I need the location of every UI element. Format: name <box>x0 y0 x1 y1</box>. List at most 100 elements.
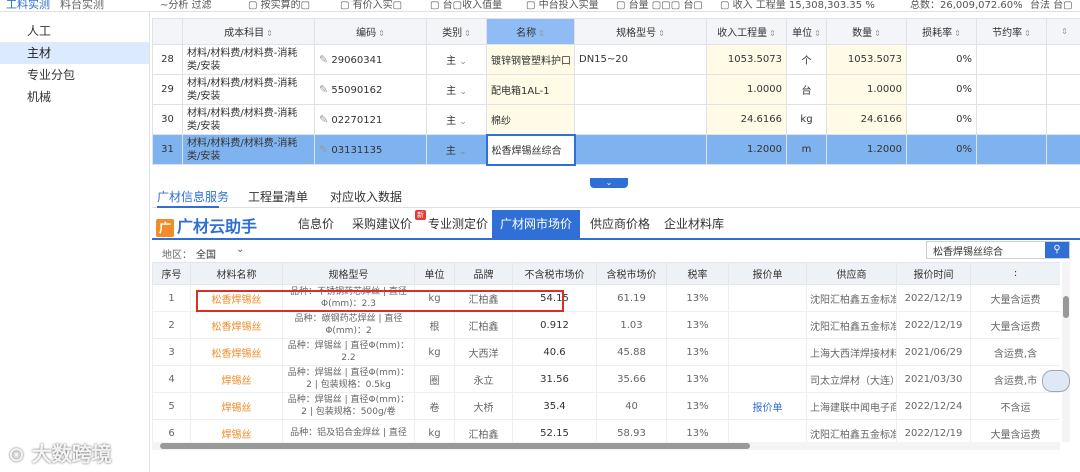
price-row[interactable]: 2 松香焊锡丝 品种：碳钢药芯焊丝 | 直径Φ(mm)：2 根汇柏鑫 0.912 1.03… <box>152 311 1060 339</box>
col-header-more[interactable]: ⇕ <box>1046 18 1080 45</box>
row-quantity[interactable]: 24.6166 <box>826 104 907 135</box>
pencil-icon[interactable]: ✎ <box>319 83 328 96</box>
row-quote-link[interactable] <box>728 338 807 366</box>
row-quote-link[interactable] <box>728 311 807 339</box>
sort-icon[interactable]: ⇕ <box>769 29 776 38</box>
row-category[interactable]: 主 ⌄ <box>426 134 487 165</box>
pencil-icon[interactable]: ✎ <box>319 53 328 66</box>
toolbar-item[interactable]: ▢ 台▢收入值量 <box>430 0 502 11</box>
sort-icon[interactable]: ⇕ <box>658 29 665 38</box>
row-subject[interactable]: 材料/材料费/材料费-消耗类/安装 <box>182 134 315 165</box>
row-material-name[interactable]: 松香焊锡丝 <box>190 338 283 366</box>
toolbar-item[interactable]: ▢ 有价入实▢ <box>340 0 402 11</box>
sort-icon[interactable]: ⇕ <box>1024 29 1031 38</box>
row-unit[interactable]: 个 <box>786 44 827 75</box>
sort-icon[interactable]: ⇕ <box>874 29 881 38</box>
toolbar-item[interactable]: ∼分析 过滤 <box>160 0 212 11</box>
row-save-rate[interactable] <box>976 134 1047 165</box>
row-loss-rate[interactable]: 0% <box>906 104 977 135</box>
search-input[interactable] <box>927 242 1045 258</box>
tab-labor-measure[interactable]: 工料实测 <box>6 0 50 11</box>
assistant-robot-icon[interactable] <box>1042 370 1070 392</box>
row-quantity[interactable]: 1.0000 <box>826 74 907 105</box>
row-name[interactable]: 镀锌钢管塑料护口 <box>486 44 575 75</box>
sidebar-item-subcontract[interactable]: 专业分包 <box>0 64 149 86</box>
col-header-quantity[interactable]: 数量 ⇕ <box>826 18 907 45</box>
toolbar-item[interactable]: 台法 台▢ <box>1030 0 1073 11</box>
row-code[interactable]: ✎ 03131135 <box>314 134 427 165</box>
price-row[interactable]: 3 松香焊锡丝 品种：焊锡丝 | 直径Φ(mm)：2.2 kg 大西洋 40.6 45.88… <box>152 338 1060 366</box>
row-income-qty[interactable]: 1.0000 <box>706 74 787 105</box>
row-quote-link[interactable] <box>728 419 807 442</box>
row-loss-rate[interactable]: 0% <box>906 74 977 105</box>
row-material-name[interactable]: 焊锡丝 <box>190 419 283 442</box>
row-category[interactable]: 主 ⌄ <box>426 104 487 135</box>
vertical-scrollbar-thumb[interactable] <box>1063 296 1069 318</box>
row-subject[interactable]: 材料/材料费/材料费-消耗类/安装 <box>182 104 315 135</box>
row-loss-rate[interactable]: 0% <box>906 134 977 165</box>
tab-bill-of-quantities[interactable]: 工程量清单 <box>248 188 308 205</box>
sidebar-item-main-material[interactable]: 主材 <box>0 42 149 64</box>
row-quantity[interactable]: 1.2000 <box>826 134 907 165</box>
toolbar-item[interactable]: ▢ 按实算的▢ <box>248 0 310 11</box>
chevron-down-icon[interactable]: ⌄ <box>459 147 467 157</box>
tab-market-price[interactable]: 广材网市场价 <box>492 210 581 238</box>
row-unit[interactable]: m <box>786 134 827 165</box>
row-subject[interactable]: 材料/材料费/材料费-消耗类/安装 <box>182 44 315 75</box>
sort-icon[interactable]: ⇕ <box>464 29 471 38</box>
search-icon[interactable]: ⚲ <box>1045 242 1069 258</box>
vertical-scrollbar[interactable] <box>1062 262 1070 442</box>
tab-material-measure[interactable]: 料台实测 <box>60 0 104 11</box>
col-header-unit[interactable]: 单位 ⇕ <box>786 18 827 45</box>
row-income-qty[interactable]: 1053.5073 <box>706 44 787 75</box>
sort-icon[interactable]: ⇕ <box>954 29 961 38</box>
horizontal-scrollbar-thumb[interactable] <box>160 443 750 449</box>
row-loss-rate[interactable]: 0% <box>906 44 977 75</box>
col-header-spec[interactable]: 规格型号 ⇕ <box>574 18 707 45</box>
tab-income-data[interactable]: 对应收入数据 <box>330 188 402 205</box>
row-save-rate[interactable] <box>976 74 1047 105</box>
chevron-down-icon[interactable]: ⌄ <box>236 244 244 255</box>
row-category[interactable]: 主 ⌄ <box>426 44 487 75</box>
table-row[interactable]: 28 材料/材料费/材料费-消耗类/安装 ✎ 29060341 主 ⌄ 镀锌钢管… <box>152 44 1080 75</box>
sidebar-item-labor[interactable]: 人工 <box>0 20 149 42</box>
tab-material-info-service[interactable]: 广材信息服务 <box>157 188 229 205</box>
row-code[interactable]: ✎ 29060341 <box>314 44 427 75</box>
table-row[interactable]: 30 材料/材料费/材料费-消耗类/安装 ✎ 02270121 主 ⌄ 棉纱 2… <box>152 104 1080 135</box>
chevron-down-icon[interactable]: ⌄ <box>459 117 467 127</box>
row-save-rate[interactable] <box>976 44 1047 75</box>
row-name-editor[interactable]: 松香焊锡丝综合 <box>485 133 576 166</box>
col-header-subject[interactable]: 成本科目 ⇕ <box>182 18 315 45</box>
row-quote-link[interactable] <box>728 284 807 312</box>
col-header-code[interactable]: 编码 ⇕ <box>314 18 427 45</box>
row-unit[interactable]: kg <box>786 104 827 135</box>
row-income-qty[interactable]: 1.2000 <box>706 134 787 165</box>
row-name[interactable]: 棉纱 <box>486 104 575 135</box>
row-code[interactable]: ✎ 55090162 <box>314 74 427 105</box>
row-quantity[interactable]: 1053.5073 <box>826 44 907 75</box>
sort-icon[interactable]: ⇕ <box>1061 27 1068 36</box>
row-category[interactable]: 主 ⌄ <box>426 74 487 105</box>
toolbar-item[interactable]: ▢ 台量 ▢▢▢ 台▢ <box>616 0 703 11</box>
table-row[interactable]: 29 材料/材料费/材料费-消耗类/安装 ✎ 55090162 主 ⌄ 配电箱1… <box>152 74 1080 105</box>
tab-professional-price[interactable]: 专业测定价 <box>420 210 496 238</box>
chevron-down-icon[interactable]: ⌄ <box>459 87 467 97</box>
pencil-icon[interactable]: ✎ <box>319 113 328 126</box>
col-header-name[interactable]: 名称 ⇕ <box>486 18 575 45</box>
sort-icon[interactable]: ⇕ <box>538 29 545 38</box>
row-name[interactable]: 配电箱1AL-1 <box>486 74 575 105</box>
col-header-loss-rate[interactable]: 损耗率 ⇕ <box>906 18 977 45</box>
pencil-icon[interactable]: ✎ <box>319 143 328 156</box>
row-code[interactable]: ✎ 02270121 <box>314 104 427 135</box>
col-header-category[interactable]: 类别 ⇕ <box>426 18 487 45</box>
sort-icon[interactable]: ⇕ <box>378 29 385 38</box>
row-material-name[interactable]: 焊锡丝 <box>190 392 283 420</box>
tab-supplier-price[interactable]: 供应商价格 <box>582 210 658 238</box>
tab-purchase-suggest[interactable]: 采购建议价新 <box>344 210 427 238</box>
row-income-qty[interactable]: 24.6166 <box>706 104 787 135</box>
row-subject[interactable]: 材料/材料费/材料费-消耗类/安装 <box>182 74 315 105</box>
row-material-name[interactable]: 焊锡丝 <box>190 365 283 393</box>
row-spec[interactable] <box>574 104 707 135</box>
sidebar-item-machinery[interactable]: 机械 <box>0 86 149 108</box>
sort-icon[interactable]: ⇕ <box>814 29 821 38</box>
